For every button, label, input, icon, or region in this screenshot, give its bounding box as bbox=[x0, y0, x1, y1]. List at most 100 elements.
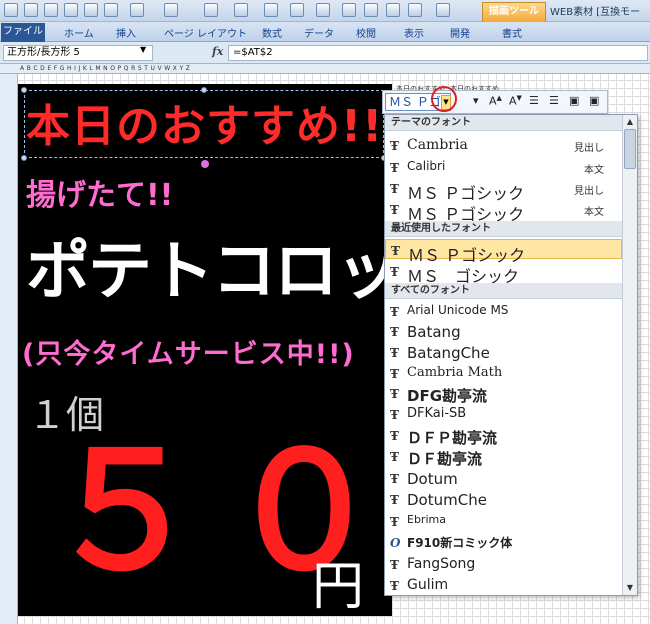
save-icon[interactable] bbox=[24, 3, 38, 17]
scroll-up-icon[interactable]: ▲ bbox=[624, 116, 636, 128]
truetype-icon: Ŧ bbox=[390, 367, 399, 381]
font-item[interactable]: Ŧ Dotum bbox=[385, 468, 622, 488]
shapes-icon[interactable] bbox=[364, 3, 378, 17]
truetype-icon: Ŧ bbox=[390, 387, 399, 401]
truetype-icon: Ŧ bbox=[390, 472, 399, 486]
truetype-icon: Ŧ bbox=[390, 139, 399, 153]
row-headers[interactable] bbox=[0, 74, 18, 624]
font-item[interactable]: Ŧ Batang bbox=[385, 321, 622, 341]
scrollbar-thumb[interactable] bbox=[624, 129, 636, 169]
truetype-icon: Ŧ bbox=[390, 182, 399, 196]
redo-icon[interactable] bbox=[164, 3, 178, 17]
truetype-icon: Ŧ bbox=[390, 305, 399, 319]
font-size-dropdown-icon[interactable]: ▾ bbox=[473, 94, 479, 107]
formula-bar: 正方形/長方形 5 ▼ fx =$AT$2 bbox=[0, 42, 650, 64]
truetype-icon: Ŧ bbox=[390, 429, 399, 443]
grid-icon[interactable] bbox=[386, 3, 400, 17]
font-item[interactable]: Ŧ ＤＦ勘亭流 bbox=[385, 446, 622, 468]
font-item[interactable]: Ŧ ＭＳ Ｐゴシック 見出し bbox=[385, 178, 622, 203]
font-item[interactable]: Ŧ Cambria Math bbox=[385, 363, 622, 383]
font-item[interactable]: Ŧ Gulim bbox=[385, 575, 622, 595]
truetype-icon: Ŧ bbox=[390, 579, 399, 593]
truetype-icon: Ŧ bbox=[391, 244, 400, 258]
section-header-all: すべてのフォント bbox=[385, 283, 622, 299]
poster-subtitle-fresh: 揚げたて!! bbox=[26, 178, 174, 213]
copy-icon[interactable] bbox=[104, 3, 118, 17]
font-item[interactable]: Ŧ ＤＦＰ勘亭流 bbox=[385, 425, 622, 447]
customize-quick-access-icon[interactable] bbox=[436, 3, 450, 17]
font-item-selected[interactable]: Ŧ ＭＳ Ｐゴシック bbox=[385, 239, 622, 265]
decrease-indent-icon[interactable]: ☰ bbox=[529, 94, 539, 107]
font-item[interactable]: Ŧ ＭＳ Ｐゴシック 本文 bbox=[385, 199, 622, 224]
borders-icon[interactable] bbox=[264, 3, 278, 17]
truetype-icon: Ŧ bbox=[390, 203, 399, 217]
chevron-down-icon[interactable]: ▼ bbox=[140, 45, 146, 54]
tab-file[interactable]: ファイル bbox=[1, 23, 45, 42]
truetype-icon: Ŧ bbox=[390, 346, 399, 360]
ribbon-tabs: ファイル ホーム 挿入 ページ レイアウト 数式 データ 校閲 表示 開発 書式 bbox=[0, 22, 650, 42]
tab-view[interactable]: 表示 bbox=[404, 25, 424, 40]
resize-handle[interactable] bbox=[21, 155, 27, 161]
font-item[interactable]: Ŧ ＭＳ ゴシック bbox=[385, 261, 622, 286]
print-icon[interactable] bbox=[44, 3, 58, 17]
poster-title[interactable]: 本日のおすすめ!! bbox=[26, 90, 383, 154]
poster-shape[interactable]: 本日のおすすめ!! 揚げたて!! ポテトコロッケ (只今タイムサービス中!!) … bbox=[18, 84, 462, 617]
shape-fill-icon[interactable]: ▣ bbox=[569, 94, 579, 107]
undo-icon[interactable] bbox=[130, 3, 144, 17]
drawing-tools-context-tab: 描画ツール bbox=[482, 2, 546, 22]
tab-insert[interactable]: 挿入 bbox=[116, 25, 136, 40]
truetype-icon: Ŧ bbox=[390, 265, 399, 279]
font-dropdown-list[interactable]: テーマのフォント Ŧ Cambria 見出し Ŧ Calibri 本文 Ŧ ＭＳ… bbox=[384, 114, 638, 596]
truetype-icon: Ŧ bbox=[390, 161, 399, 175]
font-item[interactable]: O F910新コミック体 bbox=[385, 532, 622, 552]
sort-icon[interactable] bbox=[316, 3, 330, 17]
name-box[interactable]: 正方形/長方形 5 bbox=[3, 45, 153, 61]
mini-toolbar: ＭＳ Ｐゴ ▼ ▾ A▲ A▼ ☰ ☰ ▣ ▣ bbox=[382, 90, 608, 114]
format-painter-icon[interactable] bbox=[290, 3, 304, 17]
tab-data[interactable]: データ bbox=[304, 25, 334, 40]
dropdown-scrollbar[interactable]: ▲ ▼ bbox=[622, 115, 637, 595]
font-item[interactable]: Ŧ Cambria 見出し bbox=[385, 135, 622, 155]
tab-home[interactable]: ホーム bbox=[64, 25, 94, 40]
shape-outline-icon[interactable]: ▣ bbox=[589, 94, 599, 107]
column-headers[interactable]: ABCDEFGHIJKLMNOPQRSTUVWXYZ bbox=[0, 64, 650, 74]
font-item[interactable]: Ŧ DotumChe bbox=[385, 489, 622, 509]
tab-page-layout[interactable]: ページ レイアウト bbox=[164, 25, 247, 40]
opentype-icon: O bbox=[390, 536, 401, 550]
align-icon[interactable] bbox=[408, 3, 422, 17]
tab-review[interactable]: 校閲 bbox=[356, 25, 376, 40]
font-item[interactable]: Ŧ Ebrima bbox=[385, 511, 622, 531]
fill-color-icon[interactable] bbox=[234, 3, 248, 17]
scroll-down-icon[interactable]: ▼ bbox=[624, 582, 636, 594]
font-item[interactable]: Ŧ Arial Unicode MS bbox=[385, 301, 622, 321]
font-item[interactable]: Ŧ DFG勘亭流 bbox=[385, 383, 622, 405]
shrink-font-icon[interactable]: A▼ bbox=[509, 94, 522, 108]
chart-icon[interactable] bbox=[342, 3, 356, 17]
truetype-icon: Ŧ bbox=[390, 325, 399, 339]
increase-indent-icon[interactable]: ☰ bbox=[549, 94, 559, 107]
poster-subtitle-timesale: (只今タイムサービス中!!) bbox=[22, 339, 355, 370]
font-item[interactable]: Ŧ FangSong bbox=[385, 554, 622, 574]
grow-font-icon[interactable]: A▲ bbox=[489, 94, 502, 108]
spelling-icon[interactable] bbox=[84, 3, 98, 17]
excel-app-icon[interactable] bbox=[4, 3, 18, 17]
insert-function-icon[interactable]: fx bbox=[212, 45, 223, 58]
font-item[interactable]: Ŧ Calibri 本文 bbox=[385, 157, 622, 177]
tab-format[interactable]: 書式 bbox=[502, 25, 522, 40]
tab-developer[interactable]: 開発 bbox=[450, 25, 470, 40]
truetype-icon: Ŧ bbox=[390, 493, 399, 507]
poster-currency-unit: 円 bbox=[312, 557, 365, 617]
window-title: WEB素材 [互換モー bbox=[550, 7, 641, 18]
section-header-theme: テーマのフォント bbox=[385, 115, 622, 131]
truetype-icon: Ŧ bbox=[390, 408, 399, 422]
font-item[interactable]: Ŧ DFKai-SB bbox=[385, 404, 622, 424]
truetype-icon: Ŧ bbox=[390, 558, 399, 572]
font-item[interactable]: Ŧ BatangChe bbox=[385, 342, 622, 362]
font-color-icon[interactable] bbox=[204, 3, 218, 17]
preview-icon[interactable] bbox=[64, 3, 78, 17]
highlight-circle-annotation bbox=[431, 86, 457, 112]
formula-input[interactable]: =$AT$2 bbox=[228, 45, 648, 61]
tab-formulas[interactable]: 数式 bbox=[262, 25, 282, 40]
rotate-handle[interactable] bbox=[201, 160, 209, 168]
truetype-icon: Ŧ bbox=[390, 515, 399, 529]
